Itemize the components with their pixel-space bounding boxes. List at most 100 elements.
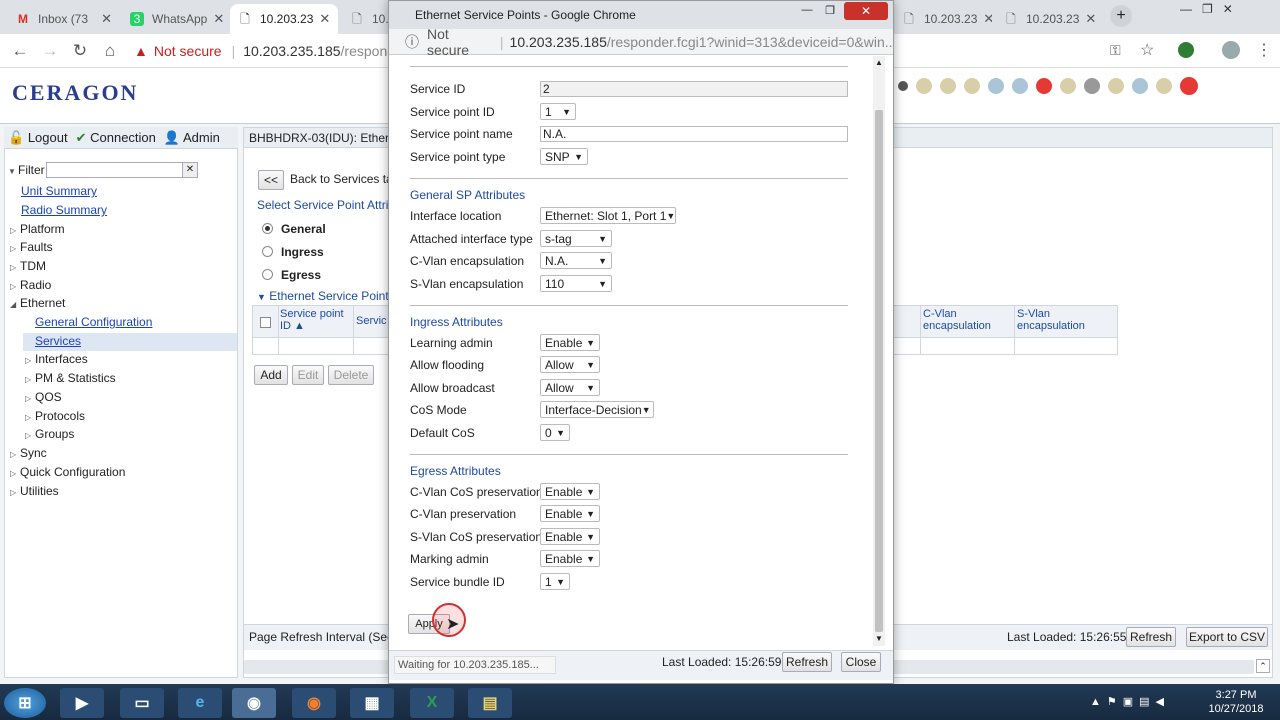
nav-faults[interactable]: ▷ Faults [10, 240, 53, 254]
section-header[interactable]: ▼ Ethernet Service Point [257, 289, 389, 303]
select-all-checkbox[interactable] [260, 317, 271, 328]
nav-groups[interactable]: ▷ Groups [25, 427, 74, 441]
file-explorer-icon[interactable]: ▭ [120, 688, 164, 718]
user-bar: 🔓 Logout ✔ Connection 👤 Admin [4, 127, 238, 149]
radio-egress[interactable]: Egress [262, 268, 321, 282]
nav-platform[interactable]: ▷ Platform [10, 222, 65, 236]
minimize-icon[interactable]: — [797, 4, 817, 18]
scroll-up-icon[interactable]: ▲ [873, 58, 885, 67]
column-service[interactable]: Servic [356, 315, 387, 327]
scroll-up-icon[interactable]: ⌃ [1256, 659, 1270, 673]
radio-general[interactable]: General [262, 222, 326, 236]
export-csv-button[interactable]: Export to CSV [1186, 627, 1268, 647]
clear-filter-icon[interactable]: ✕ [182, 162, 198, 178]
tab-inbox[interactable]: M Inbox (73 ✕ [8, 4, 120, 34]
nav-qos[interactable]: ▷ QOS [25, 390, 62, 404]
tab-other[interactable]: 🗋 10. [342, 4, 388, 34]
svlan-encapsulation-label: S-Vlan encapsulation [410, 277, 524, 291]
system-tray-icons[interactable]: ▲⚑▣▤◀ [1090, 695, 1170, 708]
expand-icon: ▷ [10, 469, 17, 478]
scrollbar-thumb[interactable] [875, 110, 883, 632]
close-icon[interactable]: ✕ [313, 11, 330, 27]
service-bundle-id-select[interactable]: 1 ▼ [540, 573, 570, 590]
learning-admin-select[interactable]: Enable ▼ [540, 334, 600, 351]
media-player-icon[interactable]: ▶ [60, 688, 104, 718]
add-button[interactable]: Add [254, 365, 288, 385]
back-button[interactable]: << [258, 170, 284, 190]
popup-refresh-button[interactable]: Refresh [782, 652, 832, 672]
edit-button[interactable]: Edit [292, 365, 324, 385]
logout-link[interactable]: 🔓 Logout [8, 130, 68, 146]
column-service-point-id[interactable]: Service point ID ▲ [280, 308, 350, 332]
forward-icon[interactable]: → [40, 41, 60, 61]
allow-flooding-select[interactable]: Allow ▼ [540, 356, 600, 373]
nav-radio[interactable]: ▷ Radio [10, 278, 51, 292]
popup-close-button[interactable]: Close [841, 652, 881, 672]
interface-location-select[interactable]: Ethernet: Slot 1, Port 1 ▼ [540, 207, 676, 224]
close-icon[interactable]: ✕ [207, 11, 224, 27]
cvlan-cos-preservation-select[interactable]: Enable ▼ [540, 483, 600, 500]
back-icon[interactable]: ← [10, 41, 30, 61]
tab-other-3[interactable]: 🗋 10.203.23 ✕ [996, 4, 1100, 34]
column-cvlan-encapsulation[interactable]: C-Vlan encapsulation [923, 308, 1013, 332]
nav-protocols[interactable]: ▷ Protocols [25, 409, 85, 423]
sticky-notes-icon[interactable]: ▤ [468, 688, 512, 718]
home-icon[interactable]: ⌂ [100, 41, 120, 61]
refresh-button[interactable]: Refresh [1126, 627, 1176, 647]
allow-broadcast-select[interactable]: Allow ▼ [540, 379, 600, 396]
filter-input[interactable] [46, 162, 198, 178]
close-icon[interactable]: ✕ [95, 11, 112, 27]
tab-whatsapp[interactable]: 3 WhatsApp ✕ [122, 4, 226, 34]
nav-utilities[interactable]: ▷ Utilities [10, 484, 59, 498]
new-tab-button[interactable]: + [1110, 5, 1132, 27]
popup-scrollbar[interactable]: ▲ ▼ [873, 56, 885, 646]
default-cos-select[interactable]: 0 ▼ [540, 424, 570, 441]
popup-close-icon[interactable]: ✕ [844, 2, 888, 20]
close-icon[interactable]: ✕ [977, 11, 992, 27]
service-point-id-select[interactable]: 1 ▼ [540, 103, 576, 120]
menu-icon[interactable]: ⋮ [1256, 40, 1272, 60]
excel-icon[interactable]: X [410, 688, 454, 718]
firefox-icon[interactable]: ◉ [292, 688, 336, 718]
service-point-type-select[interactable]: SNP ▼ [540, 148, 588, 165]
attached-interface-type-select[interactable]: s-tag ▼ [540, 230, 612, 247]
svlan-cos-preservation-select[interactable]: Enable ▼ [540, 528, 600, 545]
reload-icon[interactable]: ↻ [70, 41, 90, 61]
clock[interactable]: 3:27 PM 10/27/2018 [1206, 688, 1266, 716]
nav-sync[interactable]: ▷ Sync [10, 446, 47, 460]
service-point-name-field[interactable]: N.A. [540, 126, 848, 142]
svlan-encapsulation-select[interactable]: 110 ▼ [540, 275, 612, 292]
column-svlan-encapsulation[interactable]: S-Vlan encapsulation [1017, 308, 1107, 332]
tab-current[interactable]: 🗋 10.203.23 ✕ [230, 4, 338, 34]
nav-tdm[interactable]: ▷ TDM [10, 259, 46, 273]
tab-other-2[interactable]: 🗋 10.203.23 ✕ [894, 4, 992, 34]
marking-admin-select[interactable]: Enable ▼ [540, 550, 600, 567]
maximize-icon[interactable]: ❐ [820, 4, 840, 18]
window-controls[interactable]: — ❐ ✕ [1180, 2, 1233, 16]
nav-interfaces[interactable]: ▷ Interfaces [25, 352, 88, 366]
service-id-field[interactable]: 2 [540, 81, 848, 97]
nav-pm-statistics[interactable]: ▷ PM & Statistics [25, 371, 116, 385]
scroll-down-icon[interactable]: ▼ [873, 634, 885, 643]
nav-services[interactable]: Services [23, 333, 237, 351]
nav-radio-summary[interactable]: Radio Summary [21, 203, 107, 217]
nav-general-configuration[interactable]: General Configuration [35, 315, 152, 329]
close-icon[interactable]: ✕ [1079, 11, 1096, 27]
delete-button[interactable]: Delete [328, 365, 374, 385]
nav-quick-configuration[interactable]: ▷ Quick Configuration [10, 465, 125, 479]
chrome-icon[interactable]: ◉ [232, 688, 276, 718]
cvlan-preservation-select[interactable]: Enable ▼ [540, 505, 600, 522]
cos-mode-select[interactable]: Interface-Decision ▼ [540, 401, 654, 418]
key-icon[interactable]: ⚿ [1110, 42, 1121, 59]
info-icon: ⓘ [405, 33, 419, 50]
cvlan-encapsulation-select[interactable]: N.A. ▼ [540, 252, 612, 269]
avatar[interactable] [1222, 41, 1240, 59]
radio-ingress[interactable]: Ingress [262, 245, 324, 259]
star-icon[interactable]: ☆ [1140, 40, 1154, 60]
internet-explorer-icon[interactable]: e [178, 688, 222, 718]
extension-icon[interactable] [1178, 42, 1194, 58]
start-button[interactable]: ⊞ [4, 688, 46, 718]
nav-unit-summary[interactable]: Unit Summary [21, 184, 97, 198]
nav-ethernet[interactable]: ◢ Ethernet [10, 296, 65, 310]
app-window-icon[interactable]: ▦ [350, 688, 394, 718]
